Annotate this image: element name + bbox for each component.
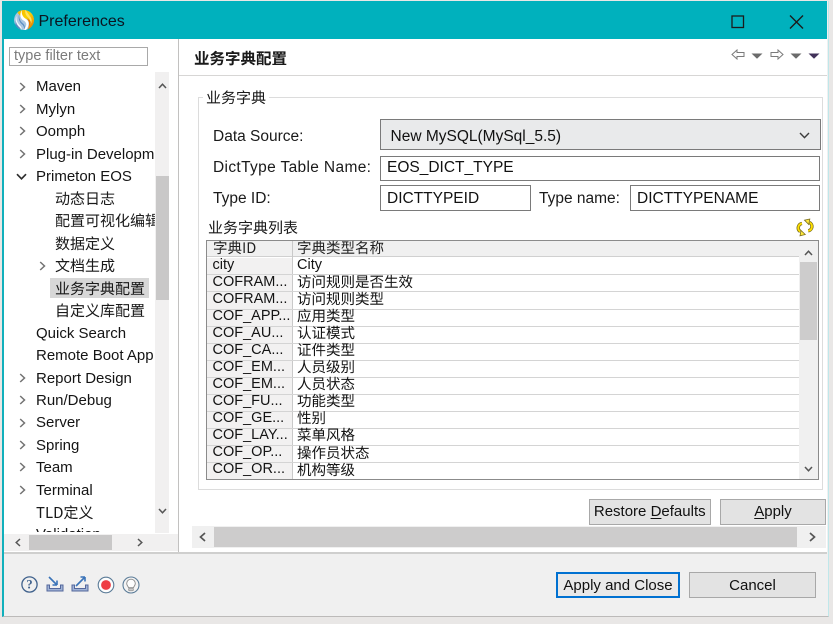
svg-text:?: ? bbox=[26, 578, 32, 592]
